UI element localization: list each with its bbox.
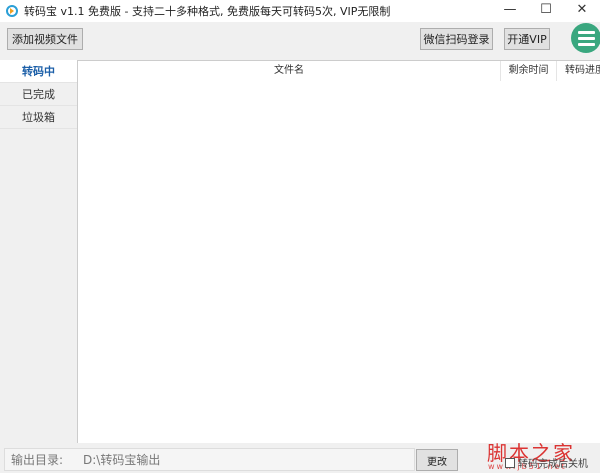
close-button[interactable]: ✕ <box>564 0 600 22</box>
file-table[interactable]: 文件名 剩余时间 转码进度 <box>77 60 600 443</box>
maximize-button[interactable]: ☐ <box>528 0 564 22</box>
column-header-progress[interactable]: 转码进度 <box>557 61 600 81</box>
change-directory-button[interactable]: 更改 <box>416 449 458 471</box>
title-bar: 转码宝 v1.1 免费版 - 支持二十多种格式, 免费版每天可转码5次, VIP… <box>0 0 600 22</box>
sidebar: 转码中 已完成 垃圾箱 <box>0 60 77 129</box>
window-title: 转码宝 v1.1 免费版 - 支持二十多种格式, 免费版每天可转码5次, VIP… <box>24 5 391 18</box>
shutdown-label: 转码完成后关机 <box>518 459 588 470</box>
menu-icon[interactable] <box>571 23 600 53</box>
minimize-button[interactable]: — <box>492 0 528 22</box>
checkbox-icon[interactable] <box>505 457 515 468</box>
shutdown-checkbox[interactable]: 转码完成后关机 <box>505 455 588 470</box>
add-video-button[interactable]: 添加视频文件 <box>7 28 83 50</box>
output-label: 输出目录: <box>11 453 64 467</box>
column-header-filename[interactable]: 文件名 <box>78 61 501 81</box>
output-path: D:\转码宝输出 <box>83 453 161 467</box>
open-vip-button[interactable]: 开通VIP <box>504 28 550 50</box>
wechat-login-button[interactable]: 微信扫码登录 <box>420 28 493 50</box>
column-header-remaining-time[interactable]: 剩余时间 <box>501 61 557 81</box>
app-icon <box>6 5 18 17</box>
sidebar-item-trash[interactable]: 垃圾箱 <box>0 106 77 129</box>
output-directory-field[interactable]: 输出目录: D:\转码宝输出 <box>4 448 415 471</box>
sidebar-item-transcoding[interactable]: 转码中 <box>0 60 77 83</box>
sidebar-item-completed[interactable]: 已完成 <box>0 83 77 106</box>
